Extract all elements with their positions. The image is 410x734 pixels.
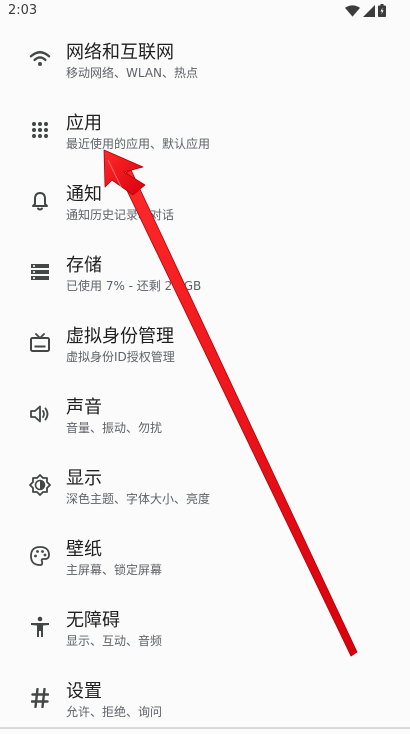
settings-item-network[interactable]: 网络和互联网 移动网络、WLAN、热点: [0, 24, 410, 95]
accessibility-icon: [28, 615, 52, 639]
settings-item-title: 应用: [66, 113, 102, 134]
battery-icon: [378, 4, 386, 17]
settings-item-permissions[interactable]: 设置 允许、拒绝、询问: [0, 663, 410, 734]
bell-icon: [28, 189, 52, 213]
volume-icon: [28, 402, 52, 426]
settings-item-title: 虚拟身份管理: [66, 326, 174, 347]
tv-icon: [28, 331, 52, 355]
settings-item-accessibility[interactable]: 无障碍 显示、互动、音频: [0, 592, 410, 663]
settings-item-summary: 主屏幕、锁定屏幕: [66, 563, 163, 577]
settings-list: 网络和互联网 移动网络、WLAN、热点 应用 最近使用的应用、默认应用 通知 通…: [0, 24, 410, 734]
settings-item-wallpaper[interactable]: 壁纸 主屏幕、锁定屏幕: [0, 521, 410, 592]
settings-item-virtual-identity[interactable]: 虚拟身份管理 虚拟身份ID授权管理: [0, 308, 410, 379]
settings-item-title: 网络和互联网: [66, 42, 174, 63]
settings-item-summary: 虚拟身份ID授权管理: [66, 350, 175, 364]
storage-icon: [28, 260, 52, 284]
settings-item-summary: 移动网络、WLAN、热点: [66, 66, 199, 80]
wifi-icon: [28, 47, 52, 71]
hash-icon: [28, 686, 52, 710]
status-icons: [345, 4, 386, 17]
settings-item-summary: 允许、拒绝、询问: [66, 705, 163, 719]
settings-item-sound[interactable]: 声音 音量、振动、勿扰: [0, 379, 410, 450]
settings-item-summary: 通知历史记录、对话: [66, 208, 175, 222]
settings-item-summary: 深色主题、字体大小、亮度: [66, 492, 211, 506]
settings-item-title: 通知: [66, 184, 102, 205]
settings-item-title: 存储: [66, 255, 102, 276]
settings-item-title: 声音: [66, 397, 102, 418]
status-time: 2:03: [8, 3, 38, 18]
wifi-icon: [345, 4, 360, 17]
apps-grid-icon: [28, 118, 52, 142]
brightness-icon: [28, 473, 52, 497]
settings-item-title: 设置: [66, 681, 102, 702]
palette-icon: [28, 544, 52, 568]
cell-signal-icon: [363, 4, 375, 17]
settings-item-title: 无障碍: [66, 610, 120, 631]
settings-item-summary: 已使用 7% - 还剩 27 GB: [66, 279, 202, 293]
settings-item-summary: 最近使用的应用、默认应用: [66, 137, 211, 151]
settings-item-storage[interactable]: 存储 已使用 7% - 还剩 27 GB: [0, 237, 410, 308]
settings-item-title: 壁纸: [66, 539, 102, 560]
settings-item-title: 显示: [66, 468, 102, 489]
settings-item-apps[interactable]: 应用 最近使用的应用、默认应用: [0, 95, 410, 166]
settings-item-summary: 显示、互动、音频: [66, 634, 163, 648]
settings-item-display[interactable]: 显示 深色主题、字体大小、亮度: [0, 450, 410, 521]
settings-item-summary: 音量、振动、勿扰: [66, 421, 163, 435]
settings-item-notifications[interactable]: 通知 通知历史记录、对话: [0, 166, 410, 237]
status-bar: 2:03: [0, 0, 410, 24]
